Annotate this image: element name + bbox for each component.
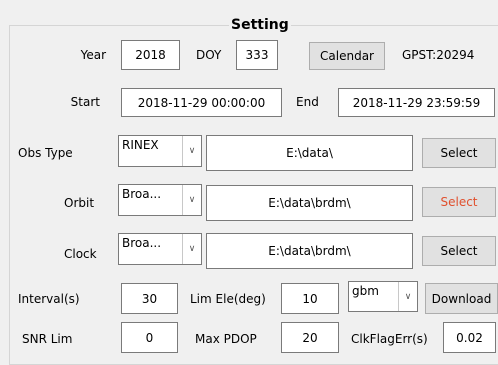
obs-type-label: Obs Type bbox=[18, 146, 73, 160]
source-value: gbm bbox=[352, 284, 379, 298]
calendar-button[interactable]: Calendar bbox=[309, 42, 385, 70]
chevron-down-icon[interactable]: ∨ bbox=[182, 136, 201, 166]
lim-ele-label: Lim Ele(deg) bbox=[190, 292, 266, 306]
clock-type-select[interactable]: Broa... ∨ bbox=[118, 233, 202, 265]
gpst-text: GPST:20294 bbox=[402, 48, 475, 62]
orbit-path-input[interactable]: E:\data\brdm\ bbox=[206, 185, 413, 221]
source-select[interactable]: gbm ∨ bbox=[348, 281, 418, 312]
clock-select-button[interactable]: Select bbox=[422, 236, 496, 266]
doy-label: DOY bbox=[196, 48, 222, 62]
year-input[interactable]: 2018 bbox=[121, 40, 180, 70]
groupbox-title: Setting bbox=[229, 16, 291, 34]
start-label: Start bbox=[70, 95, 100, 109]
end-label: End bbox=[296, 95, 319, 109]
lim-ele-input[interactable]: 10 bbox=[281, 283, 339, 314]
orbit-type-value: Broa... bbox=[122, 187, 162, 201]
snr-input[interactable]: 0 bbox=[121, 322, 178, 353]
chevron-down-icon[interactable]: ∨ bbox=[182, 234, 201, 264]
start-time-input[interactable]: 2018-11-29 00:00:00 bbox=[121, 88, 282, 117]
clipped-window-title bbox=[70, 0, 130, 3]
doy-input[interactable]: 333 bbox=[236, 40, 278, 70]
obs-select-button[interactable]: Select bbox=[422, 138, 496, 168]
end-time-input[interactable]: 2018-11-29 23:59:59 bbox=[338, 88, 495, 117]
max-pdop-input[interactable]: 20 bbox=[281, 322, 339, 353]
clk-flag-err-input[interactable]: 0.02 bbox=[443, 322, 496, 353]
clock-path-input[interactable]: E:\data\brdm\ bbox=[206, 233, 413, 269]
obs-path-input[interactable]: E:\data\ bbox=[206, 135, 413, 171]
download-button[interactable]: Download bbox=[425, 283, 498, 314]
chevron-down-icon[interactable]: ∨ bbox=[182, 185, 201, 215]
max-pdop-label: Max PDOP bbox=[195, 332, 257, 346]
snr-label: SNR Lim bbox=[22, 332, 73, 346]
clk-flag-err-label: ClkFlagErr(s) bbox=[351, 332, 428, 346]
obs-type-value: RINEX bbox=[122, 138, 159, 152]
obs-type-select[interactable]: RINEX ∨ bbox=[118, 135, 202, 167]
clock-label: Clock bbox=[64, 247, 97, 261]
chevron-down-icon[interactable]: ∨ bbox=[398, 282, 417, 311]
orbit-label: Orbit bbox=[64, 196, 95, 210]
orbit-select-button[interactable]: Select bbox=[422, 187, 496, 217]
orbit-type-select[interactable]: Broa... ∨ bbox=[118, 184, 202, 216]
interval-input[interactable]: 30 bbox=[121, 283, 178, 314]
year-label: Year bbox=[80, 48, 106, 62]
interval-label: Interval(s) bbox=[18, 292, 80, 306]
clock-type-value: Broa... bbox=[122, 236, 162, 250]
